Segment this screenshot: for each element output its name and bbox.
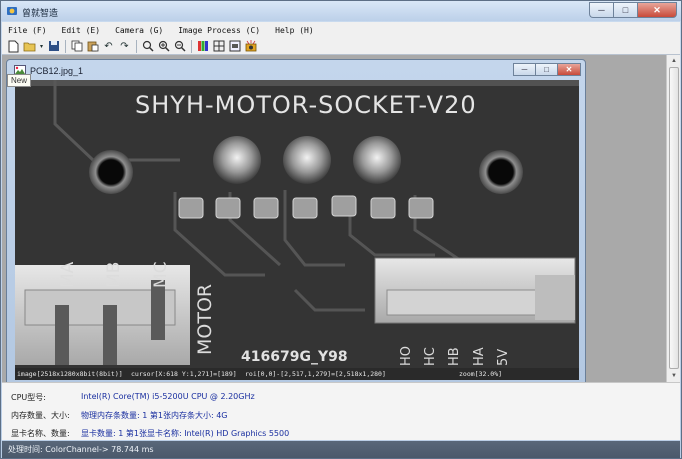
mounting-hole-left — [89, 150, 133, 194]
title-bar[interactable]: 曾就智造 ─ □ ✕ — [1, 1, 681, 21]
toolbar-separator — [65, 39, 66, 53]
open-icon[interactable] — [22, 39, 37, 54]
redo-icon[interactable]: ↷ — [117, 39, 132, 54]
gpu-value: 显卡数量: 1 第1张显卡名称: Intel(R) HD Graphics 55… — [81, 429, 290, 438]
copy-icon[interactable] — [69, 39, 84, 54]
silk-label-ho: HO — [399, 346, 414, 366]
toolbar-separator — [191, 39, 192, 53]
zoom-out-icon[interactable] — [172, 39, 187, 54]
silk-label-mb: MB — [104, 262, 124, 288]
silkscreen-code: 416679G_Y98 — [241, 349, 348, 365]
solder-pad-large — [353, 136, 401, 184]
roi-readout: roi[0,0]-[2,517,1,279]=[2,518x1,280] — [245, 370, 386, 378]
silk-label-hc: HC — [423, 347, 438, 366]
window-title: 曾就智造 — [22, 9, 59, 19]
silk-label-motor: MOTOR — [194, 284, 216, 355]
silk-label-ma: MA — [58, 261, 78, 288]
image-child-window: PCB12.jpg_1 ─ □ ✕ SHYH-MOTOR-SOCKET-V20 … — [6, 59, 586, 383]
silk-label-mc: MC — [151, 261, 171, 288]
solder-pad-large — [213, 136, 261, 184]
child-maximize-button[interactable]: □ — [535, 63, 557, 76]
zoom-readout: zoom[32.0%] — [459, 370, 503, 378]
silk-label-hb: HB — [447, 347, 462, 366]
menu-help[interactable]: Help (H) — [275, 26, 314, 35]
menu-edit[interactable]: Edit (E) — [62, 26, 101, 35]
pcb-image-view[interactable]: SHYH-MOTOR-SOCKET-V20 MA MB MC MOTOR 416… — [15, 80, 579, 368]
silkscreen-title: SHYH-MOTOR-SOCKET-V20 — [135, 91, 477, 119]
save-icon[interactable] — [46, 39, 61, 54]
cpu-label: CPU型号: — [11, 393, 46, 402]
status-bar: 处理时间: ColorChannel-> 78.744 ms — [2, 441, 680, 458]
window-controls: ─ □ ✕ — [589, 2, 677, 18]
minimize-button[interactable]: ─ — [589, 2, 613, 18]
tooltip-new: New — [7, 74, 32, 87]
chevron-down-icon[interactable]: ▾ — [38, 39, 45, 54]
small-solder-pads — [178, 195, 434, 219]
close-button[interactable]: ✕ — [637, 2, 677, 18]
vertical-scrollbar[interactable]: ▲ ▼ — [666, 55, 680, 382]
pcb-photo: SHYH-MOTOR-SOCKET-V20 MA MB MC MOTOR 416… — [15, 80, 579, 368]
menu-image-process[interactable]: Image Process (C) — [178, 26, 260, 35]
right-connector — [374, 257, 576, 324]
scrollbar-thumb[interactable] — [669, 67, 679, 369]
gpu-label: 显卡名称、数量: — [11, 429, 70, 438]
new-icon[interactable] — [6, 39, 21, 54]
cpu-value: Intel(R) Core(TM) i5-5200U CPU @ 2.20GHz — [81, 392, 255, 401]
main-window: 曾就智造 ─ □ ✕ File (F) Edit (E) Camera (G) … — [0, 0, 682, 459]
mounting-hole-right — [479, 150, 523, 194]
app-logo-icon — [7, 7, 17, 15]
settings-icon[interactable] — [227, 39, 242, 54]
scroll-down-icon[interactable]: ▼ — [669, 371, 679, 381]
child-window-title: PCB12.jpg_1 — [30, 66, 84, 76]
scroll-up-icon[interactable]: ▲ — [669, 56, 679, 66]
memory-value: 物理内存条数量: 1 第1张内存条大小: 4G — [81, 411, 228, 420]
image-info-text: image[2518x1280x8bit(8bit)] — [17, 370, 123, 378]
silk-label-ha: HA — [472, 347, 487, 366]
child-window-controls: ─ □ ✕ — [513, 63, 581, 76]
cpu-info-row: CPU型号: Intel(R) Core(TM) i5-5200U CPU @ … — [11, 392, 255, 406]
child-title-bar[interactable]: PCB12.jpg_1 ─ □ ✕ — [7, 60, 585, 80]
zoom-fit-icon[interactable] — [140, 39, 155, 54]
color-channel-icon[interactable] — [195, 39, 210, 54]
toolbar-separator — [136, 39, 137, 53]
cursor-readout: cursor[X:618 Y:1,271]=[189] — [131, 370, 237, 378]
child-minimize-button[interactable]: ─ — [513, 63, 535, 76]
menu-camera[interactable]: Camera (G) — [115, 26, 163, 35]
memory-info-row: 内存数量、大小: 物理内存条数量: 1 第1张内存条大小: 4G — [11, 410, 228, 424]
undo-icon[interactable]: ↶ — [101, 39, 116, 54]
toolbar: ▾ ↶ ↷ — [2, 38, 680, 55]
paste-icon[interactable] — [85, 39, 100, 54]
system-info-panel: CPU型号: Intel(R) Core(TM) i5-5200U CPU @ … — [2, 382, 680, 440]
processing-time-text: 处理时间: ColorChannel-> 78.744 ms — [8, 445, 154, 454]
zoom-in-icon[interactable] — [156, 39, 171, 54]
gpu-info-row: 显卡名称、数量: 显卡数量: 1 第1张显卡名称: Intel(R) HD Gr… — [11, 428, 289, 442]
image-status-bar: image[2518x1280x8bit(8bit)] cursor[X:618… — [15, 368, 579, 380]
maximize-button[interactable]: □ — [613, 2, 637, 18]
menu-bar: File (F) Edit (E) Camera (G) Image Proce… — [2, 22, 680, 38]
solder-pad-large — [283, 136, 331, 184]
menu-file[interactable]: File (F) — [8, 26, 47, 35]
memory-label: 内存数量、大小: — [11, 411, 70, 420]
camera-icon[interactable] — [243, 39, 258, 54]
grid-icon[interactable] — [211, 39, 226, 54]
child-close-button[interactable]: ✕ — [557, 63, 581, 76]
silk-label-5v: 5V — [496, 349, 511, 366]
